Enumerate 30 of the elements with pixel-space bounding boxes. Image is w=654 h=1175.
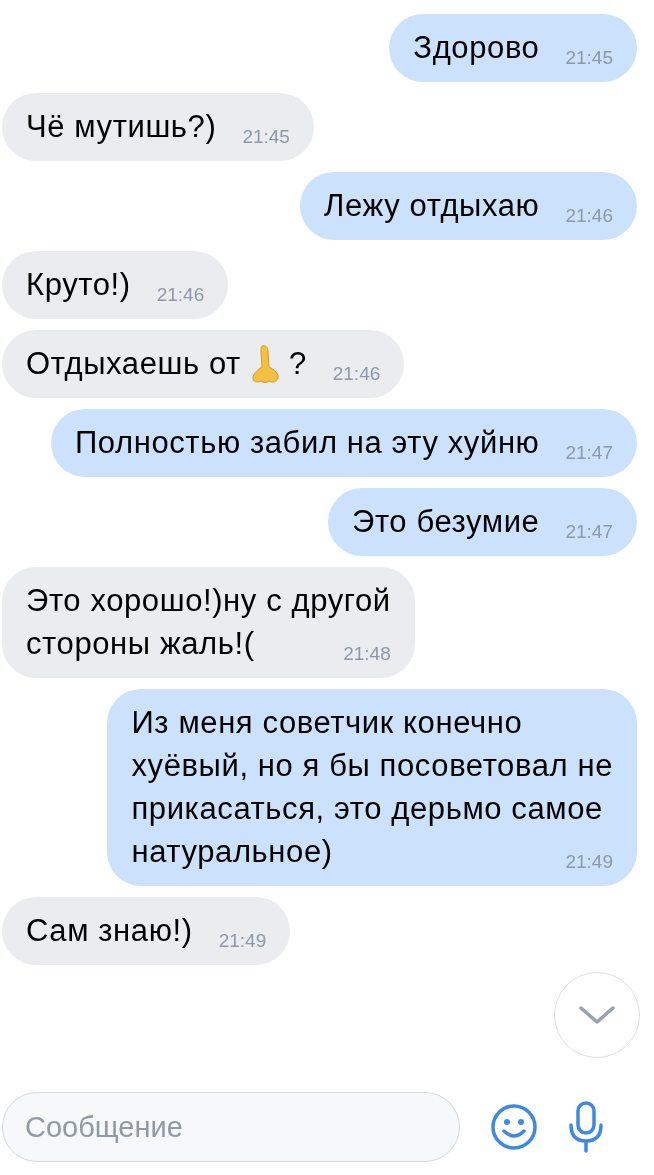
microphone-icon[interactable] [568,1101,604,1153]
message-text: прикасаться, это дерьмо самое [131,790,603,828]
message-text: хуёвый, но я бы посоветовал не [131,747,613,785]
message-time: 21:45 [564,46,613,70]
message-time: 21:46 [155,283,205,307]
message-text: Это хорошо!)ну с другой [26,582,391,620]
message-text: Лежу отдыхаю [324,187,540,225]
chevron-down-icon [577,1004,617,1026]
message-time: 21:45 [241,125,290,149]
message-text: Круто!) [26,266,131,304]
message-text: натуральное) [131,833,333,871]
message-text: Отдыхаешь от [26,345,241,383]
message-time: 21:49 [217,929,267,953]
smiley-icon[interactable] [490,1103,538,1151]
message-text: Полностью забил на эту хуйню [74,424,540,462]
message-time: 21:47 [564,520,613,544]
message-text: Из меня советчик конечно [131,704,523,742]
message-time: 21:49 [564,850,613,874]
message-text: Чё мутишь?) [26,108,217,146]
message-text: стороны жаль!( [26,625,255,663]
message-time: 21:48 [342,642,391,666]
message-time: 21:46 [331,362,381,386]
message-text: Здорово [413,29,540,67]
message-text: Сам знаю!) [26,912,193,950]
message-input-field[interactable]: Сообщение [2,1092,460,1162]
message-time: 21:46 [564,204,613,228]
message-text: ? [288,345,307,383]
message-time: 21:47 [564,441,613,465]
nose-emoji-icon [250,343,281,384]
message-text: Это безумие [352,503,540,541]
